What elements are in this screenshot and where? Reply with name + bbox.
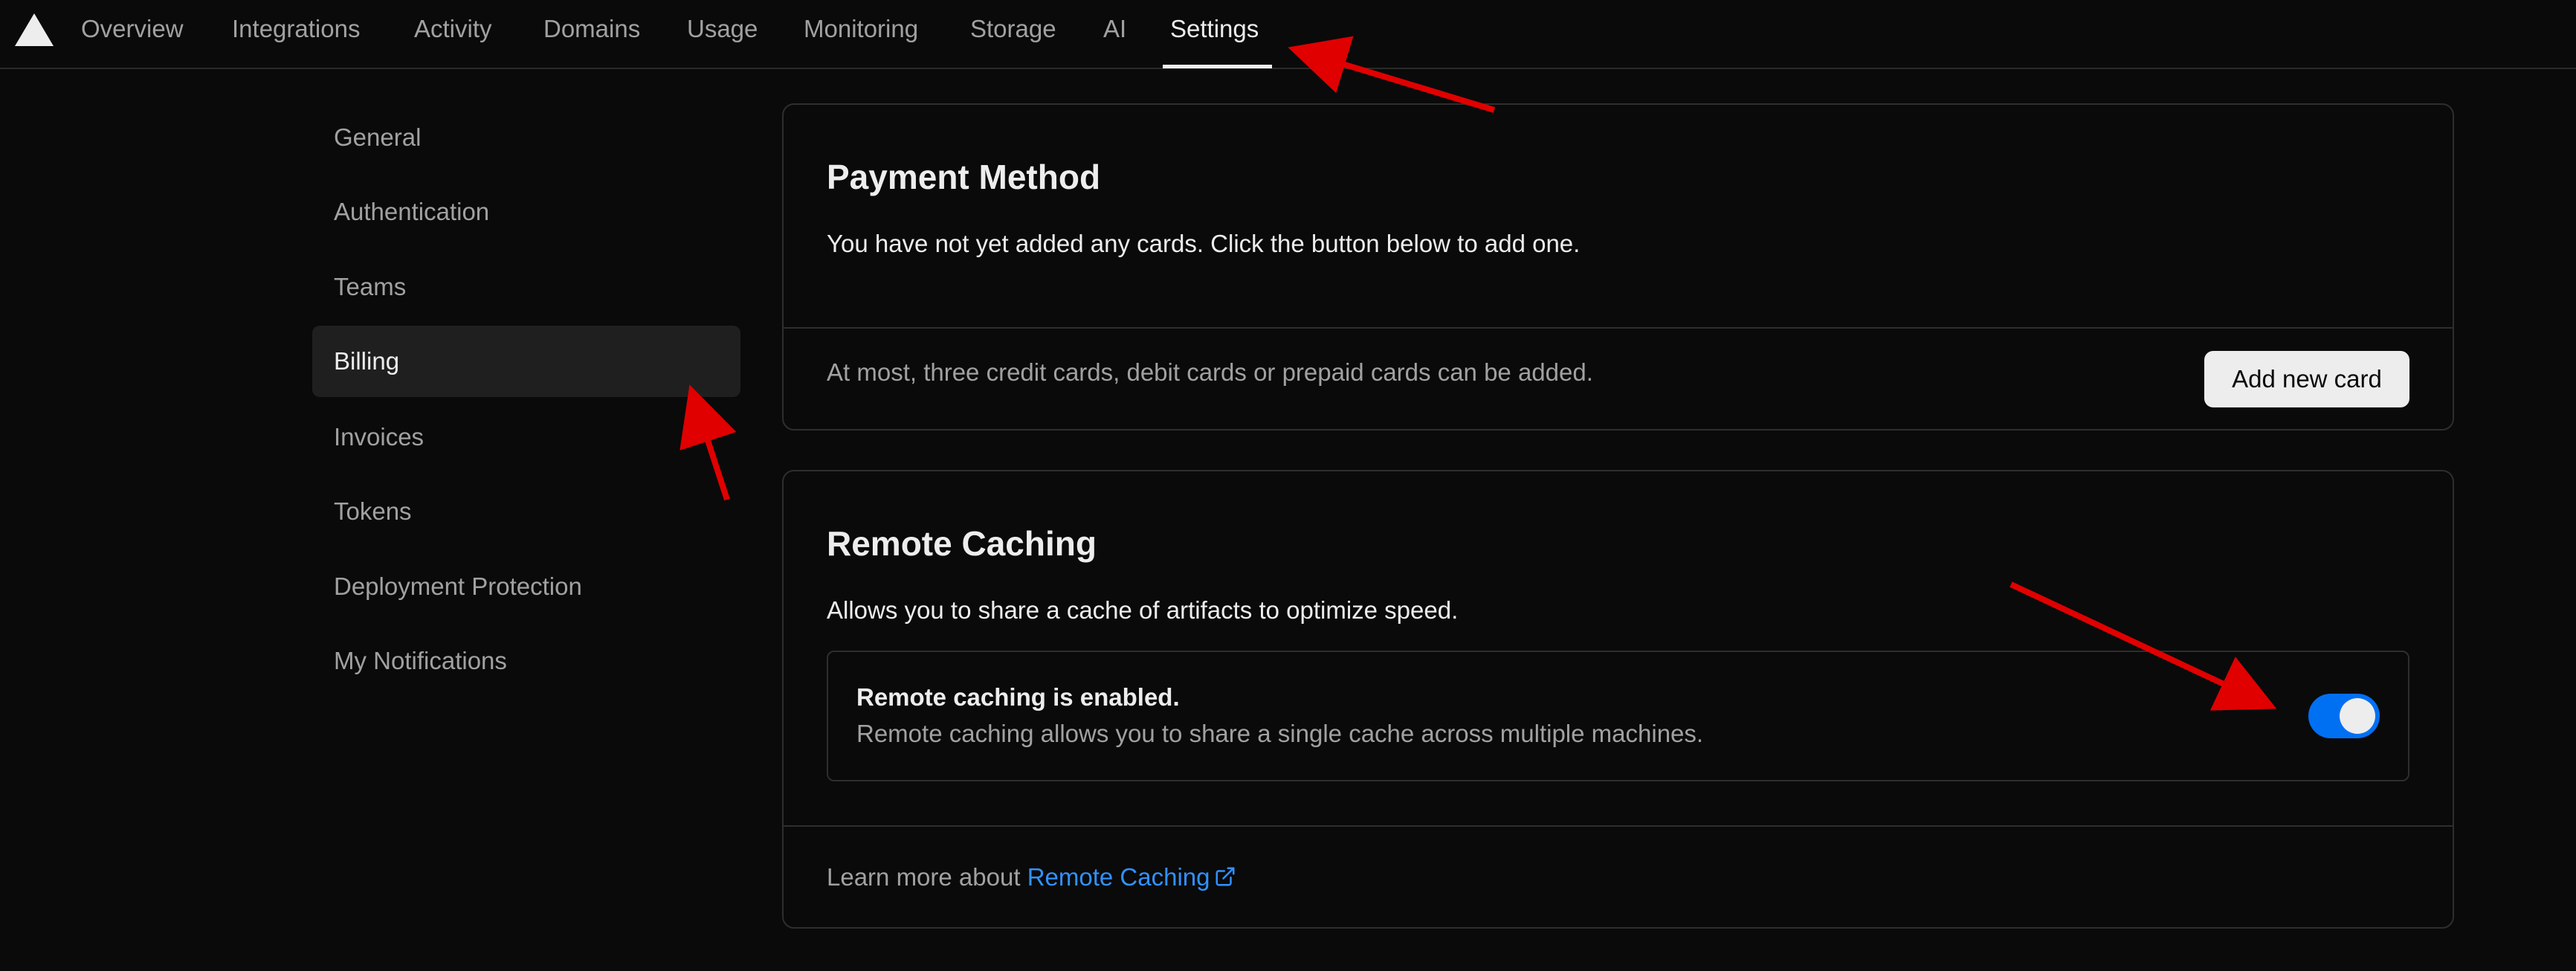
remote-caching-docs-link[interactable]: Remote Caching — [1027, 863, 1237, 891]
external-link-icon — [1216, 867, 1235, 886]
add-new-card-button[interactable]: Add new card — [2204, 351, 2409, 407]
payment-method-card: Payment Method You have not yet added an… — [782, 103, 2454, 430]
remote-caching-toggle[interactable] — [2308, 694, 2380, 738]
tab-usage[interactable]: Usage — [687, 0, 758, 69]
toggle-knob — [2340, 698, 2375, 734]
card-divider — [784, 825, 2453, 827]
payment-method-footer: At most, three credit cards, debit cards… — [827, 358, 1593, 386]
payment-method-description: You have not yet added any cards. Click … — [827, 230, 1581, 257]
sidebar-item-my-notifications[interactable]: My Notifications — [312, 625, 740, 697]
tab-domains[interactable]: Domains — [543, 0, 640, 69]
learn-more-prefix: Learn more about — [827, 863, 1021, 891]
remote-caching-status-box: Remote caching is enabled. Remote cachin… — [827, 651, 2409, 781]
tab-settings[interactable]: Settings — [1170, 0, 1259, 69]
tab-activity[interactable]: Activity — [414, 0, 492, 69]
remote-caching-status-title: Remote caching is enabled. — [856, 683, 1180, 711]
active-tab-indicator — [1163, 65, 1272, 68]
sidebar-item-general[interactable]: General — [312, 102, 740, 173]
remote-caching-card: Remote Caching Allows you to share a cac… — [782, 470, 2454, 929]
tab-integrations[interactable]: Integrations — [232, 0, 360, 69]
tab-storage[interactable]: Storage — [970, 0, 1056, 69]
remote-caching-link-label: Remote Caching — [1027, 863, 1210, 891]
remote-caching-description: Allows you to share a cache of artifacts… — [827, 596, 1459, 624]
tab-overview[interactable]: Overview — [81, 0, 184, 69]
remote-caching-title: Remote Caching — [827, 524, 1097, 563]
tab-ai[interactable]: AI — [1103, 0, 1126, 69]
payment-method-title: Payment Method — [827, 158, 1101, 196]
sidebar-item-teams[interactable]: Teams — [312, 251, 740, 323]
sidebar-item-invoices[interactable]: Invoices — [312, 401, 740, 473]
sidebar-item-billing[interactable]: Billing — [312, 326, 740, 397]
card-divider — [784, 327, 2453, 329]
sidebar-item-deployment-protection[interactable]: Deployment Protection — [312, 551, 740, 622]
remote-caching-status-subtitle: Remote caching allows you to share a sin… — [856, 720, 1704, 747]
top-navigation: Overview Integrations Activity Domains U… — [0, 0, 2576, 69]
sidebar-item-authentication[interactable]: Authentication — [312, 176, 740, 248]
tab-monitoring[interactable]: Monitoring — [804, 0, 918, 69]
vercel-logo-icon[interactable] — [15, 13, 54, 46]
remote-caching-footer: Learn more about Remote Caching — [827, 863, 1236, 891]
sidebar-item-tokens[interactable]: Tokens — [312, 476, 740, 547]
